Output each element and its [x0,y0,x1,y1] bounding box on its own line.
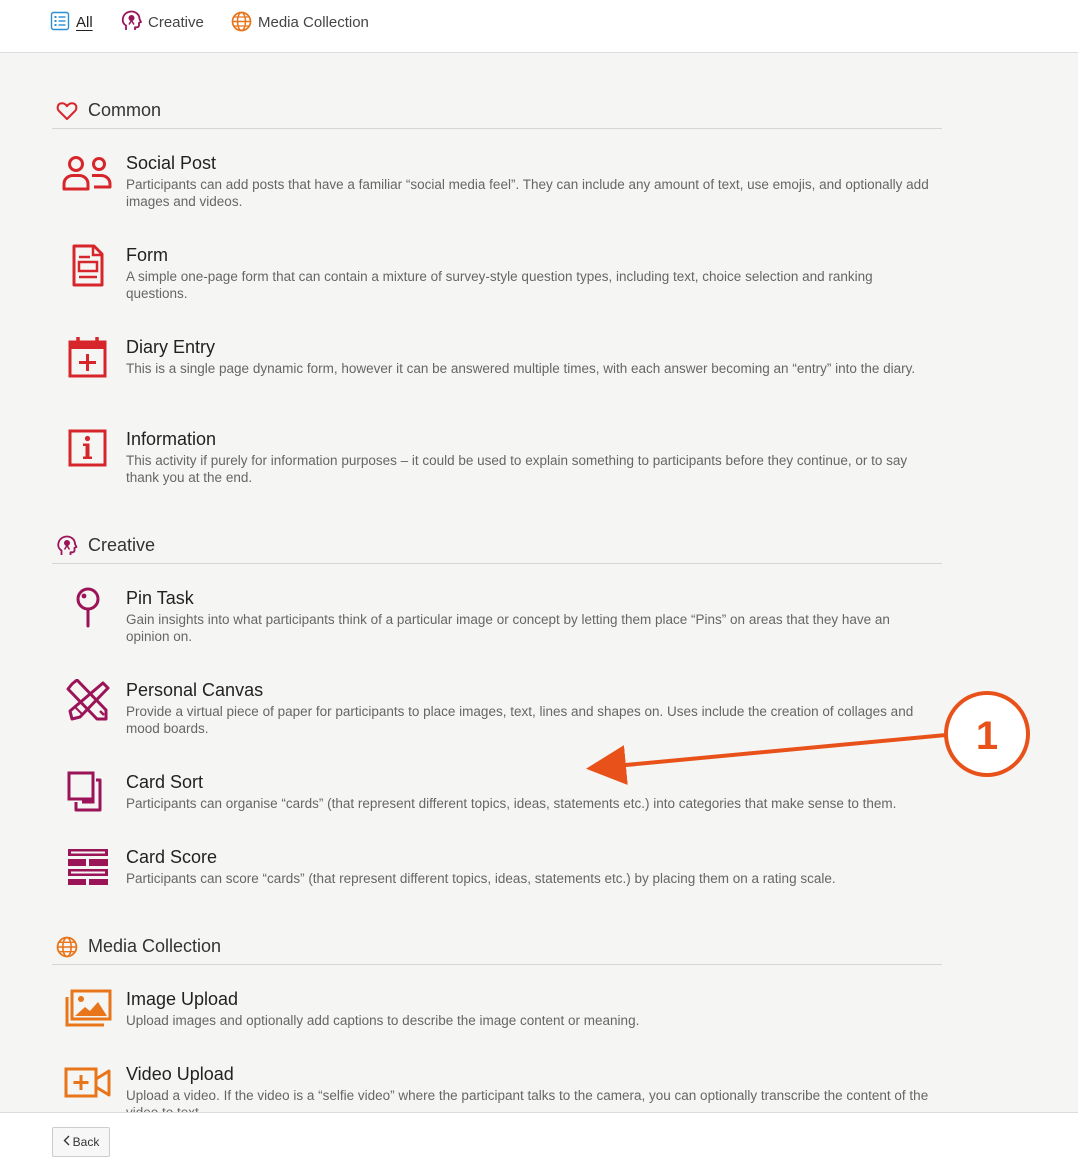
tab-media-collection[interactable]: Media Collection [231,11,369,35]
activity-form[interactable]: Form A simple one-page form that can con… [60,244,940,324]
tab-creative[interactable]: Creative [121,10,204,36]
back-button-label: Back [72,1135,100,1149]
activity-card-sort[interactable]: Card Sort Participants can organise “car… [60,771,940,851]
activity-diary-entry[interactable]: Diary Entry This is a single page dynami… [60,336,940,416]
heart-icon [56,100,78,122]
tab-creative-label: Creative [148,14,204,31]
activity-description: A simple one-page form that can contain … [126,269,873,301]
activity-image-upload[interactable]: Image Upload Upload images and optionall… [60,988,940,1068]
activity-description: This activity if purely for information … [126,453,908,485]
activity-pin-task[interactable]: Pin Task Gain insights into what partici… [60,587,940,667]
calendar-plus-icon [60,336,116,388]
activity-information[interactable]: Information This activity if purely for … [60,428,940,508]
activity-list[interactable]: Common Social Post Participants can add … [0,53,1078,1112]
activity-description: Participants can add posts that have a f… [126,177,929,209]
pin-icon [60,587,116,639]
activity-title: Personal Canvas [126,680,264,700]
activity-description: Upload a video. If the video is a “selfi… [126,1088,929,1112]
image-upload-icon [60,988,116,1040]
activity-title: Social Post [126,153,217,173]
activity-description: Upload images and optionally add caption… [126,1013,640,1028]
cards-icon [60,771,116,823]
section-creative-title: Creative [88,535,156,555]
tab-all-label: All [76,14,93,31]
activity-description: Provide a virtual piece of paper for par… [126,704,914,736]
section-media-collection-header: Media Collection [52,936,942,965]
activity-description: This is a single page dynamic form, howe… [126,361,916,376]
chevron-left-icon [63,1135,70,1149]
activity-personal-canvas[interactable]: Personal Canvas Provide a virtual piece … [60,679,940,759]
section-creative-header: Creative [52,535,942,564]
activity-title: Information [126,429,217,449]
activity-video-upload[interactable]: Video Upload Upload a video. If the vide… [60,1063,940,1112]
tab-all[interactable]: All [50,11,93,35]
section-common-header: Common [52,100,942,129]
activity-description: Participants can organise “cards” (that … [126,796,897,811]
globe-icon [56,936,78,958]
back-button[interactable]: Back [52,1127,110,1157]
activity-title: Pin Task [126,588,194,608]
info-icon [60,428,116,480]
tab-media-collection-label: Media Collection [258,14,369,31]
activity-title: Card Score [126,847,218,867]
video-plus-icon [60,1063,116,1112]
activity-title: Card Sort [126,772,204,792]
activity-social-post[interactable]: Social Post Participants can add posts t… [60,152,940,232]
filter-tab-bar: All Creative Media Collection [0,0,1078,53]
creative-head-icon [56,535,78,557]
activity-card-score[interactable]: Card Score Participants can score “cards… [60,846,940,926]
form-document-icon [60,244,116,296]
users-icon [60,152,116,204]
creative-head-icon [121,10,142,36]
activity-title: Image Upload [126,989,239,1009]
section-media-collection-title: Media Collection [88,936,222,956]
activity-description: Gain insights into what participants thi… [126,612,890,644]
card-rows-icon [60,846,116,898]
pencil-ruler-icon [60,679,116,731]
activity-title: Form [126,245,168,265]
activity-title: Video Upload [126,1064,234,1084]
list-icon [50,11,70,35]
section-common-title: Common [88,100,162,120]
footer-bar: Back [0,1112,1078,1163]
activity-description: Participants can score “cards” (that rep… [126,871,836,886]
globe-icon [231,11,252,36]
activity-title: Diary Entry [126,337,216,357]
